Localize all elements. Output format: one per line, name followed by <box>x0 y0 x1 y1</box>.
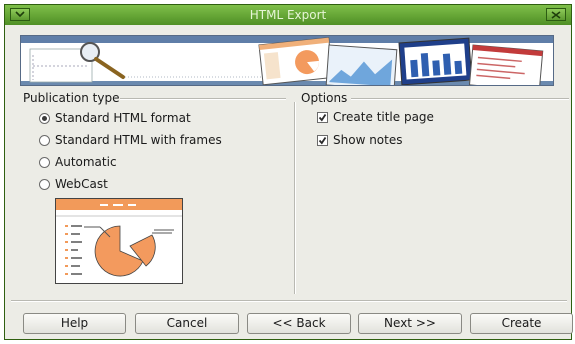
html-export-dialog: HTML Export Publication type Standard HT… <box>4 4 573 340</box>
footer-divider <box>11 300 567 302</box>
checkbox-icon[interactable] <box>317 134 328 146</box>
radio-standard-html-label: Standard HTML format <box>55 111 191 125</box>
radio-icon[interactable] <box>39 134 50 146</box>
help-button[interactable]: Help <box>23 313 126 334</box>
radio-webcast[interactable]: WebCast <box>39 175 108 193</box>
radio-icon[interactable] <box>39 178 50 190</box>
radio-standard-html[interactable]: Standard HTML format <box>39 109 191 127</box>
close-icon <box>551 11 561 19</box>
options-label: Options <box>301 91 348 105</box>
show-notes-label: Show notes <box>333 133 403 147</box>
radio-webcast-label: WebCast <box>55 177 108 191</box>
window-title: HTML Export <box>249 8 327 22</box>
publication-preview-image <box>55 198 183 284</box>
radio-automatic[interactable]: Automatic <box>39 153 117 171</box>
publication-type-label: Publication type <box>23 91 120 105</box>
radio-icon[interactable] <box>39 156 50 168</box>
radio-standard-html-frames-label: Standard HTML with frames <box>55 133 222 147</box>
show-notes-checkbox[interactable]: Show notes <box>317 131 402 149</box>
checkbox-icon[interactable] <box>317 111 328 123</box>
publication-type-divider <box>120 98 286 100</box>
radio-automatic-label: Automatic <box>55 155 117 169</box>
create-button[interactable]: Create <box>470 313 573 334</box>
wizard-banner-image <box>20 35 554 86</box>
next-button[interactable]: Next >> <box>358 313 462 334</box>
radio-standard-html-frames[interactable]: Standard HTML with frames <box>39 131 222 149</box>
create-title-page-label: Create title page <box>333 110 434 124</box>
banner-graphic <box>29 37 544 85</box>
create-title-page-checkbox[interactable]: Create title page <box>317 108 434 126</box>
preview-graphic <box>56 199 182 277</box>
cancel-button[interactable]: Cancel <box>135 313 239 334</box>
radio-selected-icon[interactable] <box>39 112 50 124</box>
back-button[interactable]: << Back <box>247 313 351 334</box>
close-button[interactable] <box>546 8 566 21</box>
title-bar[interactable]: HTML Export <box>5 5 571 25</box>
group-separator <box>294 102 296 294</box>
options-divider <box>351 98 569 100</box>
